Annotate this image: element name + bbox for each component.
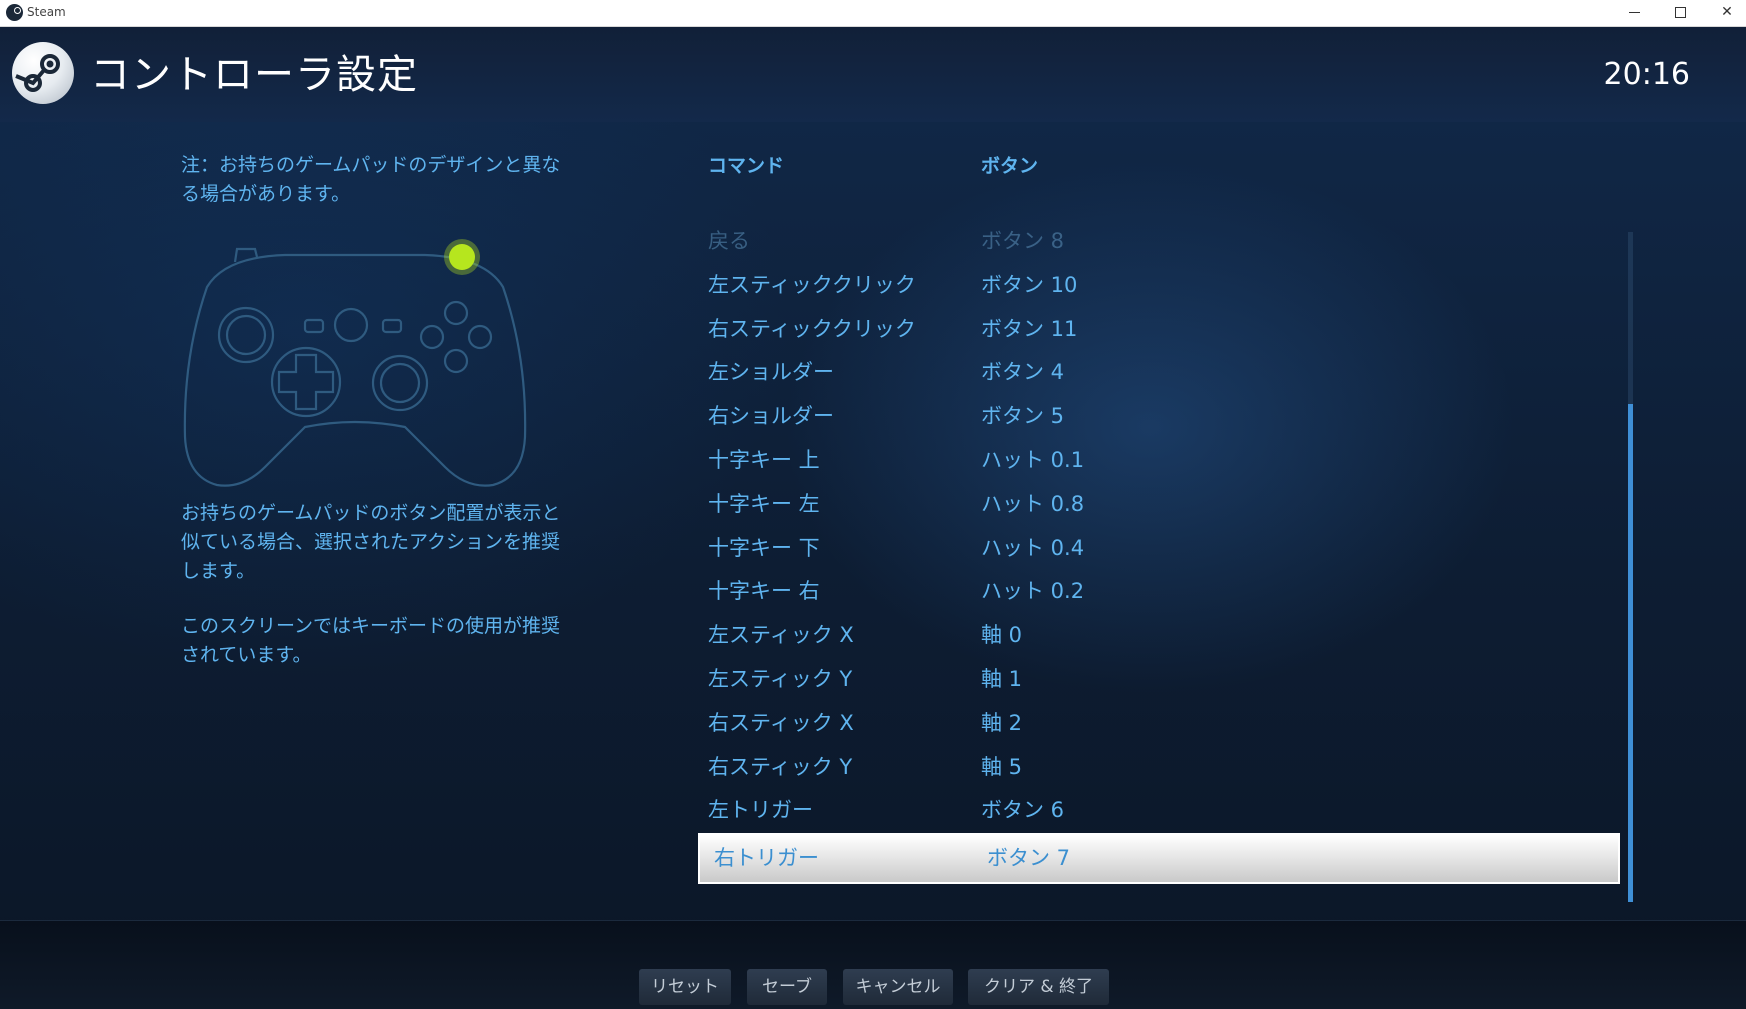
header-command: コマンド — [708, 155, 785, 177]
gamepad-diagram — [175, 227, 535, 497]
row-command: 十字キー 下 — [708, 535, 820, 560]
mapping-row[interactable]: 十字キー 上 ハット 0.1 — [698, 439, 1620, 483]
footer-bar: リセット セーブ キャンセル クリア & 終了 — [0, 920, 1746, 1009]
row-command: 左スティック X — [708, 623, 854, 648]
row-button: ボタン 5 — [981, 404, 1065, 429]
mapping-row[interactable]: 左ショルダー ボタン 4 — [698, 351, 1620, 395]
row-button: 軸 1 — [981, 666, 1023, 691]
clock: 20:16 — [1603, 57, 1690, 92]
mapping-row[interactable]: 右ショルダー ボタン 5 — [698, 395, 1620, 439]
scrollbar-thumb[interactable] — [1628, 404, 1633, 902]
row-button: ボタン 4 — [981, 360, 1065, 385]
mapping-row[interactable]: 左スティック Y 軸 1 — [698, 658, 1620, 702]
row-command: 十字キー 上 — [708, 447, 820, 472]
layout-note: 注：お持ちのゲームパッドのデザインと異なる場合があります。 — [181, 154, 561, 205]
row-button: ハット 0.1 — [981, 447, 1085, 472]
window-title: Steam — [27, 5, 66, 19]
mapping-row[interactable]: 左トリガー ボタン 6 — [698, 789, 1620, 833]
row-button: ボタン 6 — [981, 798, 1065, 823]
mapping-row[interactable]: 十字キー 下 ハット 0.4 — [698, 527, 1620, 571]
reset-button[interactable]: リセット — [639, 969, 731, 1005]
row-command: 十字キー 右 — [708, 579, 820, 604]
row-command: 左スティッククリック — [708, 272, 916, 297]
row-command: 左トリガー — [708, 798, 813, 823]
row-button: ハット 0.2 — [981, 579, 1085, 604]
row-button: 軸 5 — [981, 754, 1023, 779]
row-button: ボタン 11 — [981, 316, 1078, 341]
cancel-button[interactable]: キャンセル — [843, 969, 953, 1005]
row-command: 戻る — [708, 229, 750, 253]
row-command: 左ショルダー — [708, 360, 834, 385]
mapping-row[interactable]: 右スティッククリック ボタン 11 — [698, 308, 1620, 352]
mapping-row[interactable]: 左スティック X 軸 0 — [698, 614, 1620, 658]
steam-logo-icon — [12, 42, 74, 104]
big-picture-app: コントローラ設定 20:16 注：お持ちのゲームパッドのデザインと異なる場合があ… — [0, 27, 1746, 1009]
header-button: ボタン — [981, 155, 1039, 177]
clear-and-exit-button[interactable]: クリア & 終了 — [968, 969, 1109, 1005]
row-button: ボタン 10 — [981, 272, 1078, 297]
row-command: 右スティック X — [708, 710, 854, 735]
minimize-button[interactable] — [1612, 0, 1658, 26]
list-scrollbar[interactable] — [1628, 232, 1633, 902]
mapping-row[interactable]: 戻る ボタン 8 — [698, 220, 1620, 264]
mapping-table-header: コマンド ボタン — [708, 151, 1608, 181]
row-command: 右スティック Y — [708, 754, 853, 779]
mapping-row[interactable]: 左スティッククリック ボタン 10 — [698, 264, 1620, 308]
help-paragraph-2: このスクリーンではキーボードの使用が推奨されています。 — [181, 615, 561, 666]
close-button[interactable]: ✕ — [1704, 0, 1746, 26]
row-button: 軸 0 — [981, 623, 1023, 648]
mapping-row[interactable]: 右スティック X 軸 2 — [698, 702, 1620, 746]
header-bar: コントローラ設定 20:16 — [0, 27, 1746, 122]
mapping-row[interactable]: 十字キー 右 ハット 0.2 — [698, 570, 1620, 614]
mapping-row[interactable]: 十字キー 左 ハット 0.8 — [698, 483, 1620, 527]
steam-icon — [6, 4, 23, 21]
window-titlebar: Steam ✕ — [0, 0, 1746, 27]
page-title: コントローラ設定 — [90, 52, 418, 98]
row-button: 軸 2 — [981, 710, 1023, 735]
help-paragraph-1: お持ちのゲームパッドのボタン配置が表示と似ている場合、選択されたアクションを推奨… — [181, 502, 561, 582]
save-button[interactable]: セーブ — [747, 969, 827, 1005]
mapping-row[interactable]: 右スティック Y 軸 5 — [698, 746, 1620, 790]
row-command: 左スティック Y — [708, 666, 853, 691]
row-command: 十字キー 左 — [708, 491, 820, 516]
row-button: ボタン 7 — [987, 846, 1071, 871]
row-command: 右スティッククリック — [708, 316, 916, 341]
maximize-button[interactable] — [1658, 0, 1704, 26]
row-command: 右トリガー — [714, 846, 819, 871]
help-text: お持ちのゲームパッドのボタン配置が表示と似ている場合、選択されたアクションを推奨… — [181, 499, 571, 696]
row-button: ボタン 8 — [981, 229, 1065, 253]
mapping-list: 戻る ボタン 8 左スティッククリック ボタン 10 右スティッククリック ボタ… — [698, 220, 1620, 885]
mapping-row-selected[interactable]: 右トリガー ボタン 7 — [698, 833, 1620, 885]
row-button: ハット 0.4 — [981, 535, 1085, 560]
row-button: ハット 0.8 — [981, 491, 1085, 516]
row-command: 右ショルダー — [708, 404, 834, 429]
